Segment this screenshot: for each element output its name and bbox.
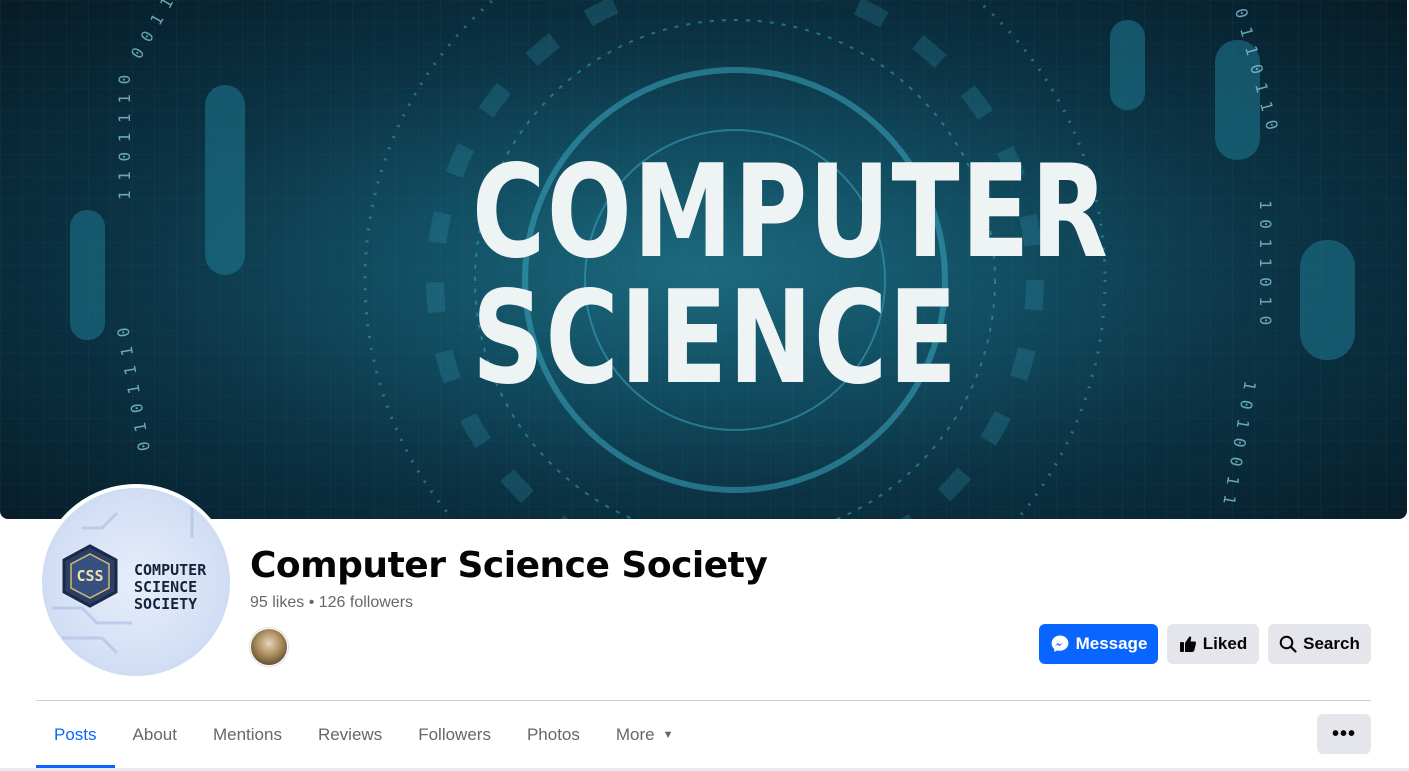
tab-about[interactable]: About (115, 706, 195, 764)
caret-down-icon: ▼ (662, 729, 674, 741)
search-icon (1279, 635, 1297, 653)
svg-text:CSS: CSS (76, 567, 103, 585)
more-options-button[interactable]: ••• (1317, 714, 1371, 754)
message-button-label: Message (1075, 634, 1148, 653)
page-tabs: Posts About Mentions Reviews Followers P… (36, 706, 692, 768)
tab-photos[interactable]: Photos (509, 706, 598, 764)
message-button[interactable]: Message (1039, 624, 1158, 664)
svg-text:1 0 1 1 0 1 0: 1 0 1 1 0 1 0 (1256, 200, 1275, 325)
cover-line-1: COMPUTER (472, 138, 1110, 287)
cover-line-2: SCIENCE (472, 264, 959, 413)
logo-line-1: COMPUTER (134, 561, 207, 579)
logo-line-3: SOCIETY (134, 595, 198, 613)
tab-followers[interactable]: Followers (400, 706, 509, 764)
svg-text:1 1 0 1 1 1 0: 1 1 0 1 1 1 0 (115, 75, 134, 200)
friend-avatar[interactable] (250, 628, 288, 666)
tab-mentions[interactable]: Mentions (195, 706, 300, 764)
page-stats[interactable]: 95 likes • 126 followers (250, 594, 413, 612)
tab-posts[interactable]: Posts (36, 706, 115, 768)
ellipsis-icon: ••• (1331, 722, 1356, 745)
page-title: Computer Science Society (250, 545, 768, 586)
logo-wordmark: COMPUTER SCIENCE SOCIETY (134, 562, 206, 613)
search-button[interactable]: Search (1268, 624, 1371, 664)
logo-line-2: SCIENCE (134, 578, 198, 596)
profile-picture[interactable]: CSS COMPUTER SCIENCE SOCIETY (38, 484, 234, 680)
search-button-label: Search (1303, 634, 1360, 653)
liked-button-label: Liked (1202, 634, 1248, 653)
cover-photo[interactable]: 0 0 1 1 0 1 0 1 1 0 1 1 1 0 0 1 0 1 1 1 … (0, 0, 1407, 519)
thumbs-up-icon (1179, 636, 1196, 652)
tab-reviews[interactable]: Reviews (300, 706, 400, 764)
header-divider (36, 700, 1371, 701)
tab-more[interactable]: More ▼ (598, 706, 692, 764)
profile-logo: CSS COMPUTER SCIENCE SOCIETY (42, 488, 230, 676)
messenger-icon (1051, 635, 1068, 652)
cover-title-text: COMPUTER SCIENCE (472, 138, 1110, 413)
liked-button[interactable]: Liked (1167, 624, 1259, 664)
